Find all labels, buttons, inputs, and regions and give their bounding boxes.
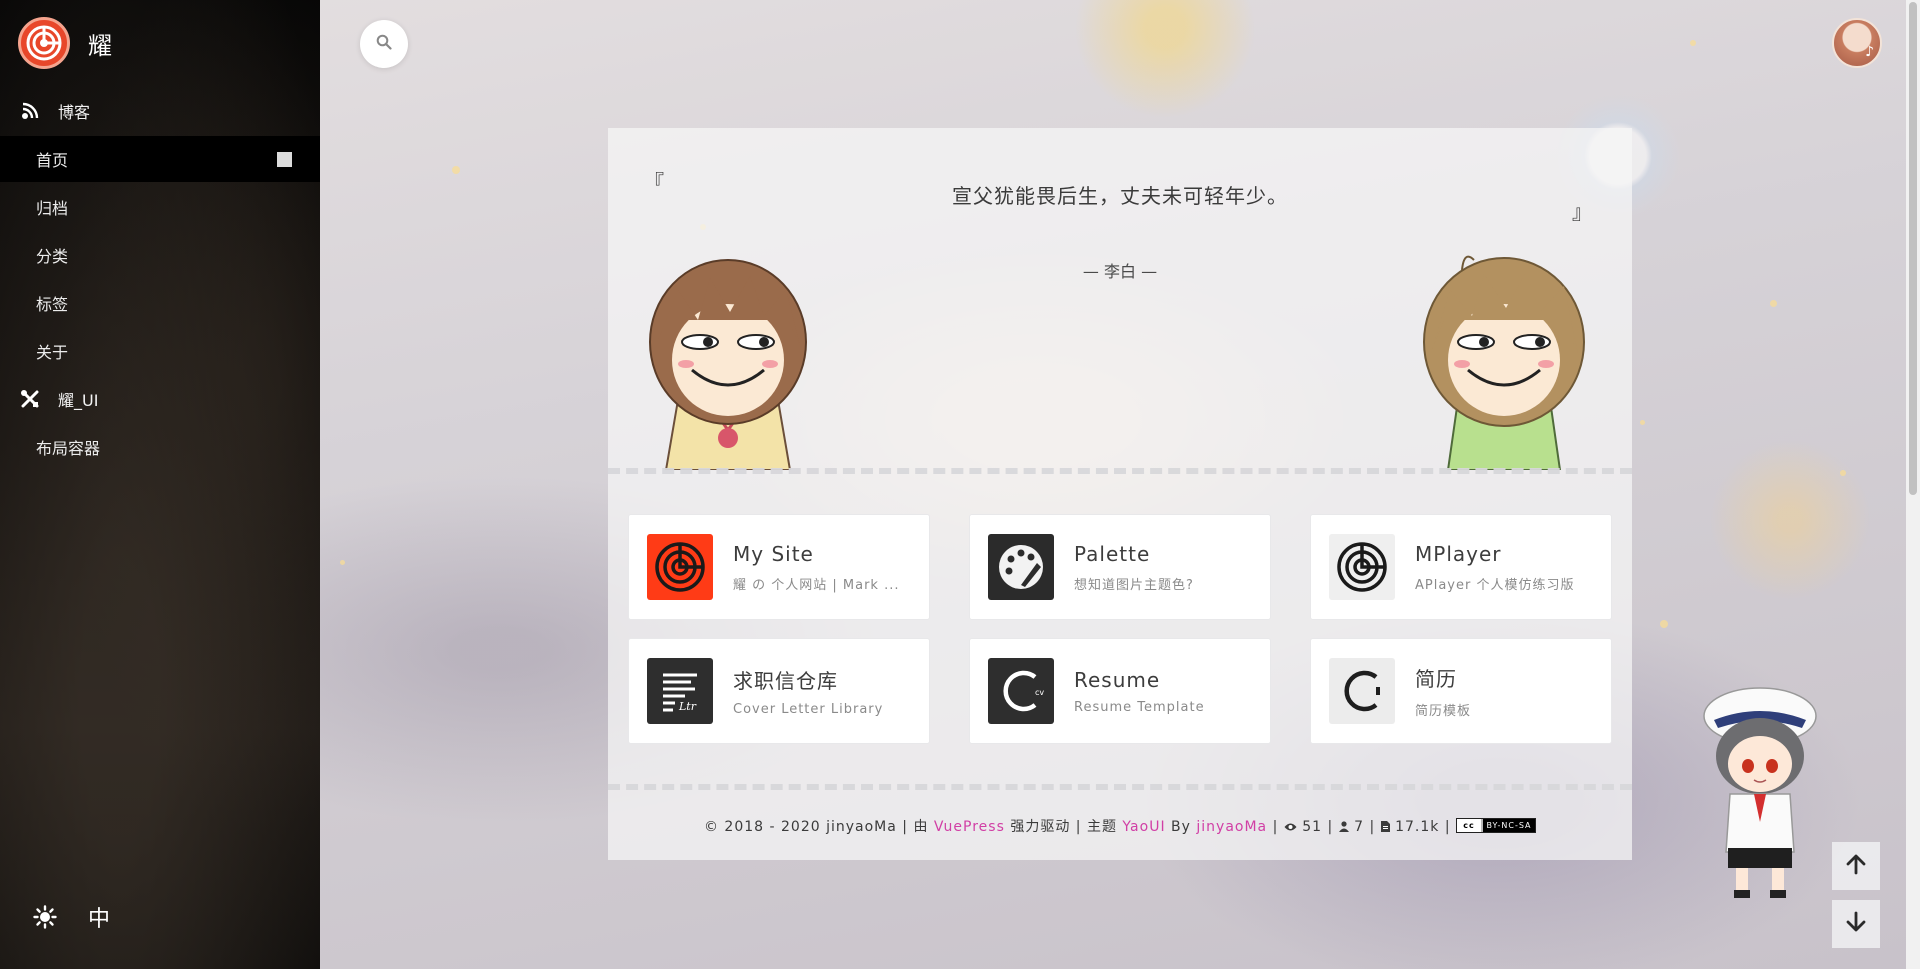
footer-theme-prefix: 主题 bbox=[1086, 819, 1117, 835]
music-note-icon: ♪ bbox=[1865, 44, 1874, 60]
search-button[interactable] bbox=[360, 20, 408, 68]
sidebar-item-home[interactable]: 首页 bbox=[0, 136, 320, 182]
section-divider bbox=[608, 468, 1632, 474]
cc-mark: cc bbox=[1457, 819, 1482, 832]
quote-close-mark: 』 bbox=[1572, 200, 1592, 224]
sidebar-item-layout-container[interactable]: 布局容器 bbox=[0, 424, 320, 470]
search-icon bbox=[376, 34, 392, 54]
site-footer: © 2018 - 2020 jinyaoMa | 由 VuePress 强力驱动… bbox=[608, 816, 1632, 836]
sidebar-item-label: 归档 bbox=[36, 199, 69, 218]
sun-icon[interactable] bbox=[30, 902, 60, 932]
tile-mplayer[interactable]: MPlayer APlayer 个人模仿练习版 bbox=[1310, 514, 1612, 620]
home-card: 『 宣父犹能畏后生，丈夫未可轻年少。 』 — 李白 — My Site 耀 の … bbox=[608, 128, 1632, 860]
footer-separator: | bbox=[1075, 819, 1082, 835]
user-icon bbox=[1338, 820, 1349, 836]
scroll-to-top-button[interactable] bbox=[1832, 842, 1880, 890]
tile-subtitle: Cover Letter Library bbox=[733, 702, 884, 717]
arrow-up-icon bbox=[1845, 853, 1867, 879]
tile-title: Palette bbox=[1074, 541, 1151, 566]
footer-separator: | bbox=[1272, 819, 1279, 835]
tile-title: MPlayer bbox=[1415, 541, 1502, 566]
footer-separator: | bbox=[1327, 819, 1334, 835]
tile-title: 简历 bbox=[1415, 667, 1457, 691]
sidebar: 耀 博客 首页 归档 分类 标签 关于 耀_UI 布局容器 中 bbox=[0, 0, 320, 969]
arrow-down-icon bbox=[1845, 911, 1867, 937]
sidebar-group-blog[interactable]: 博客 bbox=[0, 88, 320, 134]
sidebar-group-label: 耀_UI bbox=[58, 391, 99, 410]
sidebar-item-tags[interactable]: 标签 bbox=[0, 280, 320, 326]
tile-subtitle: 想知道图片主题色? bbox=[1074, 577, 1194, 593]
tile-title: Resume bbox=[1074, 667, 1161, 692]
tile-my-site[interactable]: My Site 耀 の 个人网站 | Mark ... bbox=[628, 514, 930, 620]
blog-icon bbox=[20, 101, 40, 121]
words-count: 17.1k bbox=[1395, 819, 1440, 835]
footer-separator: | bbox=[1444, 819, 1451, 835]
resume-cn-icon bbox=[1329, 658, 1395, 724]
footer-separator: | bbox=[902, 819, 909, 835]
visitors-count: 7 bbox=[1354, 819, 1365, 835]
tile-subtitle: 耀 の 个人网站 | Mark ... bbox=[733, 577, 900, 593]
sidebar-item-label: 布局容器 bbox=[36, 439, 101, 458]
resume-cv-icon: cv bbox=[988, 658, 1054, 724]
file-icon bbox=[1380, 820, 1390, 836]
page-scrollbar[interactable] bbox=[1906, 0, 1920, 969]
footer-separator: | bbox=[1369, 819, 1376, 835]
letter-icon: Ltr bbox=[647, 658, 713, 724]
cc-license-badge[interactable]: cc BY-NC-SA bbox=[1456, 818, 1537, 833]
site-logo-icon bbox=[647, 534, 713, 600]
footer-copyright: © 2018 - 2020 jinyaoMa bbox=[703, 819, 897, 835]
tile-palette[interactable]: Palette 想知道图片主题色? bbox=[969, 514, 1271, 620]
left-mascot-illustration bbox=[649, 259, 807, 470]
sidebar-item-label: 首页 bbox=[36, 151, 69, 170]
tile-title: My Site bbox=[733, 541, 814, 566]
brand[interactable]: 耀 bbox=[18, 17, 112, 69]
active-marker bbox=[277, 152, 292, 167]
author-link[interactable]: jinyaoMa bbox=[1196, 819, 1267, 835]
scroll-to-bottom-button[interactable] bbox=[1832, 900, 1880, 948]
footer-powered-suffix: 强力驱动 bbox=[1010, 819, 1071, 835]
sidebar-item-label: 分类 bbox=[36, 247, 69, 266]
tile-subtitle: APlayer 个人模仿练习版 bbox=[1415, 577, 1575, 593]
tile-subtitle: 简历模板 bbox=[1415, 704, 1472, 719]
quote-text: 宣父犹能畏后生，丈夫未可轻年少。 bbox=[952, 184, 1288, 208]
eye-icon bbox=[1284, 820, 1297, 836]
footer-by: By bbox=[1171, 819, 1191, 835]
brand-logo-icon bbox=[18, 17, 70, 69]
views-count: 51 bbox=[1302, 819, 1323, 835]
palette-icon bbox=[988, 534, 1054, 600]
sidebar-item-label: 标签 bbox=[36, 295, 69, 314]
svg-text:cv: cv bbox=[1035, 688, 1044, 697]
language-toggle[interactable]: 中 bbox=[84, 902, 114, 932]
sidebar-item-about[interactable]: 关于 bbox=[0, 328, 320, 374]
tile-title: 求职信仓库 bbox=[733, 669, 838, 693]
sidebar-item-categories[interactable]: 分类 bbox=[0, 232, 320, 278]
sidebar-bottom-tools: 中 bbox=[30, 902, 138, 932]
mplayer-logo-icon bbox=[1329, 534, 1395, 600]
sidebar-item-archive[interactable]: 归档 bbox=[0, 184, 320, 230]
sidebar-group-yao-ui[interactable]: 耀_UI bbox=[0, 376, 320, 422]
cc-license-text: BY-NC-SA bbox=[1483, 819, 1536, 832]
sailor-mascot-illustration[interactable] bbox=[1692, 682, 1828, 902]
brand-title: 耀 bbox=[88, 31, 112, 60]
music-avatar-button[interactable]: ♪ bbox=[1832, 18, 1882, 68]
right-mascot-illustration bbox=[1423, 255, 1585, 470]
tile-subtitle: Resume Template bbox=[1074, 699, 1205, 715]
sidebar-group-label: 博客 bbox=[58, 103, 91, 122]
footer-powered-prefix: 由 bbox=[913, 819, 929, 835]
vuepress-link[interactable]: VuePress bbox=[934, 819, 1005, 835]
sidebar-item-label: 关于 bbox=[36, 343, 69, 362]
tile-cover-letter[interactable]: Ltr 求职信仓库 Cover Letter Library bbox=[628, 638, 930, 744]
yaoui-link[interactable]: YaoUI bbox=[1122, 819, 1165, 835]
svg-text:Ltr: Ltr bbox=[678, 700, 697, 713]
scrollbar-thumb[interactable] bbox=[1909, 2, 1917, 495]
tile-resume-cn[interactable]: 简历 简历模板 bbox=[1310, 638, 1612, 744]
tile-resume[interactable]: cv Resume Resume Template bbox=[969, 638, 1271, 744]
section-divider bbox=[608, 784, 1632, 790]
tools-icon bbox=[20, 389, 40, 409]
